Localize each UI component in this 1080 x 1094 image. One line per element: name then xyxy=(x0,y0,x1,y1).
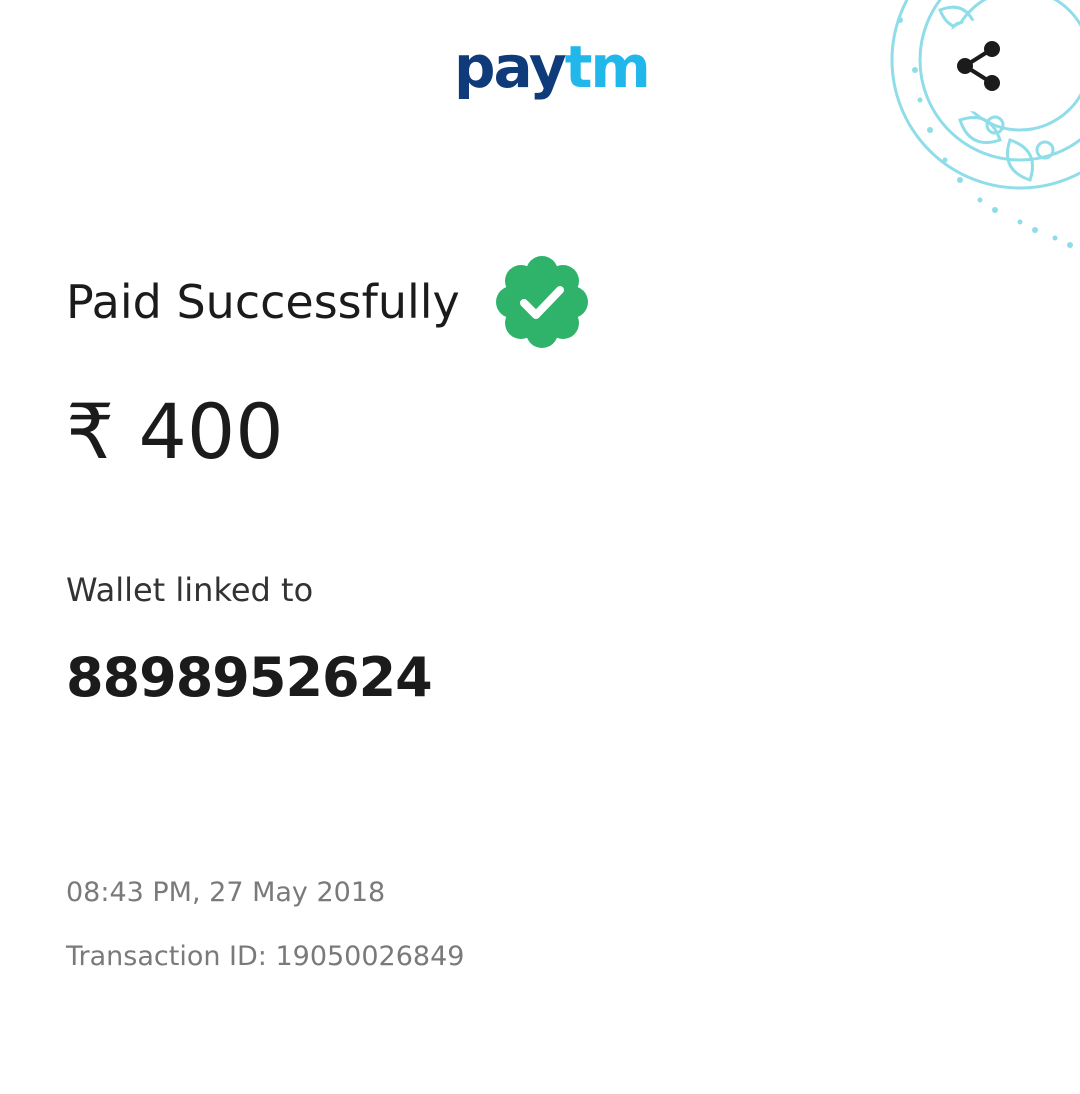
logo-part-pay: pay xyxy=(454,33,567,101)
transaction-datetime: 08:43 PM, 27 May 2018 xyxy=(66,877,386,908)
paytm-logo: paytm xyxy=(454,33,651,101)
logo-part-tm: tm xyxy=(564,33,651,101)
payment-status: Paid Successfully xyxy=(66,256,588,348)
wallet-label: Wallet linked to xyxy=(66,571,314,609)
wallet-number: 8898952624 xyxy=(66,646,433,709)
verified-check-icon xyxy=(495,256,588,348)
status-text: Paid Successfully xyxy=(66,275,460,329)
share-icon xyxy=(957,41,1000,91)
share-button[interactable] xyxy=(934,20,1026,112)
transaction-id: Transaction ID: 19050026849 xyxy=(66,941,465,972)
paid-amount: ₹ 400 xyxy=(66,387,284,476)
